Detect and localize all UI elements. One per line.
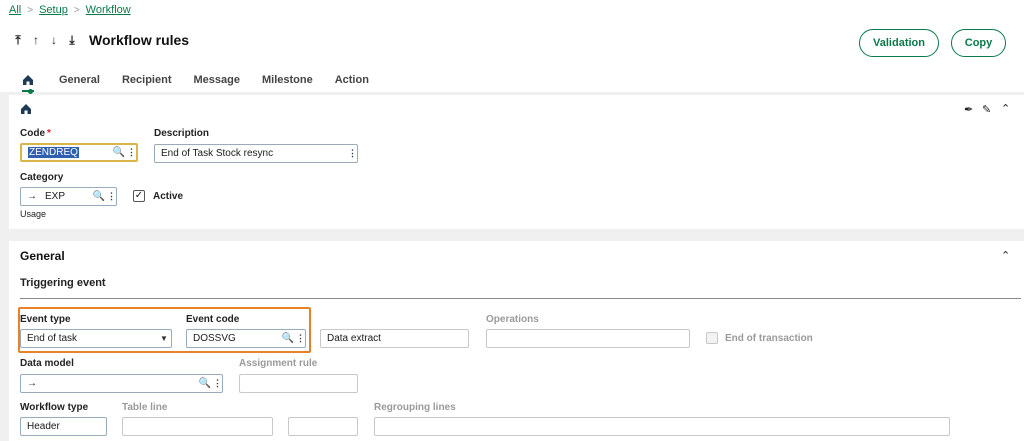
code-input[interactable]: ZENDREQ 🔍 ⋮ xyxy=(20,143,138,162)
home-icon xyxy=(23,75,33,85)
general-card: General ⌃ Triggering event Event type En… xyxy=(9,241,1024,441)
search-icon[interactable]: 🔍 xyxy=(198,378,212,389)
arrow-right-icon[interactable]: → xyxy=(27,378,43,389)
description-input[interactable]: End of Task Stock resync ⋮ xyxy=(154,144,358,163)
event-code-label: Event code xyxy=(186,314,240,325)
validation-button[interactable]: Validation xyxy=(859,29,939,57)
chevron-right-icon: > xyxy=(27,4,34,16)
event-type-label: Event type xyxy=(20,314,71,325)
header-card: ✒ ✎ ⌃ Code * ZENDREQ 🔍 ⋮ Description End … xyxy=(9,95,1024,229)
home-icon xyxy=(21,104,31,114)
search-icon[interactable]: 🔍 xyxy=(92,191,106,202)
more-icon[interactable]: ⋮ xyxy=(347,148,357,159)
assignment-rule-label: Assignment rule xyxy=(239,358,318,369)
table-line-label: Table line xyxy=(122,402,168,413)
page-title: Workflow rules xyxy=(89,32,190,48)
breadcrumb-all[interactable]: All xyxy=(9,4,21,16)
more-icon[interactable]: ⋮ xyxy=(295,333,305,344)
event-code-input[interactable]: DOSSVG 🔍 ⋮ xyxy=(186,329,306,348)
tab-bar: General Recipient Message Milestone Acti… xyxy=(0,70,380,94)
more-icon[interactable]: ⋮ xyxy=(106,191,116,202)
title-bar: ⤒ ↑ ↓ ⤓ Workflow rules xyxy=(9,32,189,48)
code-label: Code * xyxy=(20,128,51,139)
tab-general[interactable]: General xyxy=(48,70,111,92)
assignment-rule-input[interactable] xyxy=(239,374,358,393)
regrouping-lines-input[interactable] xyxy=(374,417,950,436)
category-usage-note: Usage xyxy=(20,209,47,219)
search-icon[interactable]: 🔍 xyxy=(281,333,295,344)
breadcrumb-setup[interactable]: Setup xyxy=(39,4,68,16)
table-line-extra-input[interactable] xyxy=(288,417,358,436)
pin-icon[interactable]: ✒ xyxy=(964,103,973,116)
active-checkbox[interactable]: ✓ xyxy=(133,190,145,202)
top-bar: All > Setup > Workflow ⤒ ↑ ↓ ⤓ Workflow … xyxy=(0,0,1024,94)
divider xyxy=(20,298,1021,299)
regrouping-lines-label: Regrouping lines xyxy=(374,402,456,413)
previous-record-icon[interactable]: ↑ xyxy=(27,33,45,47)
event-type-select[interactable]: End of task ▼ xyxy=(20,329,172,348)
breadcrumb-workflow[interactable]: Workflow xyxy=(86,4,131,16)
edit-icon[interactable]: ✎ xyxy=(982,103,991,116)
data-model-input[interactable]: → 🔍 ⋮ xyxy=(20,374,223,393)
active-label: Active xyxy=(153,191,184,202)
copy-button[interactable]: Copy xyxy=(951,29,1006,57)
collapse-icon[interactable]: ⌃ xyxy=(1001,102,1010,115)
operations-input[interactable] xyxy=(486,329,690,348)
collapse-icon[interactable]: ⌃ xyxy=(1001,249,1010,262)
category-label: Category xyxy=(20,172,64,183)
workflow-type-input[interactable]: Header xyxy=(20,417,107,436)
arrow-right-icon[interactable]: → xyxy=(27,191,45,202)
chevron-right-icon: > xyxy=(73,4,80,16)
category-input[interactable]: → EXP 🔍 ⋮ xyxy=(20,187,117,206)
more-icon[interactable]: ⋮ xyxy=(126,147,136,158)
tab-recipient[interactable]: Recipient xyxy=(111,70,183,92)
description-label: Description xyxy=(154,128,210,139)
more-icon[interactable]: ⋮ xyxy=(212,378,222,389)
triggering-event-title: Triggering event xyxy=(20,277,106,289)
operations-label: Operations xyxy=(486,314,539,325)
tab-milestone[interactable]: Milestone xyxy=(251,70,324,92)
dropdown-icon[interactable]: ▼ xyxy=(157,334,171,343)
last-record-icon[interactable]: ⤓ xyxy=(63,33,81,48)
next-record-icon[interactable]: ↓ xyxy=(45,33,63,47)
section-title: General xyxy=(20,249,65,263)
tab-action[interactable]: Action xyxy=(324,70,380,92)
search-icon[interactable]: 🔍 xyxy=(112,147,126,158)
first-record-icon[interactable]: ⤒ xyxy=(9,33,27,48)
breadcrumb: All > Setup > Workflow xyxy=(9,4,131,16)
table-line-input[interactable] xyxy=(122,417,273,436)
data-model-label: Data model xyxy=(20,358,74,369)
tab-message[interactable]: Message xyxy=(182,70,250,92)
end-of-transaction-checkbox[interactable] xyxy=(706,332,718,344)
tab-home[interactable] xyxy=(0,70,48,94)
event-code-description: Data extract xyxy=(320,329,469,348)
workflow-type-label: Workflow type xyxy=(20,402,89,413)
end-of-transaction-label: End of transaction xyxy=(725,333,813,344)
